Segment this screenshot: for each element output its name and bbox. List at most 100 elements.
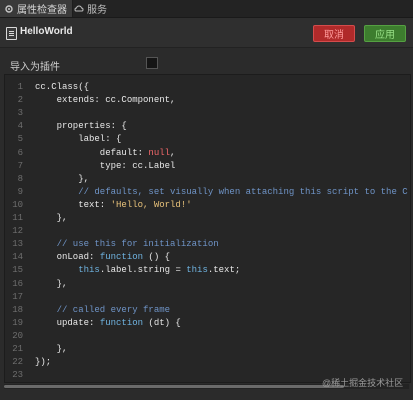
code-token: }, — [35, 278, 68, 289]
line-number: 11 — [12, 213, 23, 223]
line-number: 4 — [17, 121, 23, 132]
code-text: // defaults, set visually when attaching… — [35, 186, 408, 199]
tab-properties-label: 属性检查器 — [17, 5, 67, 16]
code-text: label: { — [35, 133, 121, 146]
code-token: }, — [35, 344, 68, 354]
code-line: 10 text: 'Hello, World!' — [5, 199, 410, 212]
code-line: 19 update: function (dt) { — [5, 317, 410, 330]
code-token: .label.string = — [99, 265, 187, 276]
code-line: 22}); — [5, 356, 410, 369]
code-token: (dt) { — [143, 317, 181, 328]
code-token: this — [186, 265, 208, 276]
code-text: }); — [35, 356, 51, 369]
code-line: 21 }, — [5, 343, 410, 356]
code-token: update: — [35, 317, 100, 328]
code-line: 6 default: null, — [5, 147, 410, 160]
panel-tab-bar: 属性检查器 服务 — [0, 0, 413, 18]
code-text: default: null, — [35, 147, 176, 160]
line-number: 14 — [12, 252, 23, 263]
line-number: 13 — [12, 239, 23, 250]
code-text: update: function (dt) { — [35, 317, 181, 330]
line-number: 21 — [12, 344, 23, 354]
code-line: 5 label: { — [5, 133, 410, 146]
code-line: 13 // use this for initialization — [5, 238, 410, 251]
code-token: () { — [143, 252, 171, 263]
import-as-plugin-label: 导入为插件 — [10, 62, 60, 73]
code-text: // called every frame — [35, 304, 170, 317]
code-token: // defaults, set visually when attaching… — [35, 186, 408, 197]
code-line: 18 // called every frame — [5, 304, 410, 317]
code-line: 15 this.label.string = this.text; — [5, 264, 410, 277]
line-number: 12 — [12, 226, 23, 237]
code-text: type: cc.Label — [35, 160, 176, 173]
code-editor[interactable]: 1 cc.Class({2 extends: cc.Component, 3 4 pr… — [4, 74, 411, 383]
code-token: extends: cc.Component, — [35, 95, 176, 106]
code-text: }, — [35, 343, 68, 356]
code-line: 9 // defaults, set visually when attachi… — [5, 186, 410, 199]
code-line: 2 extends: cc.Component, — [5, 94, 410, 107]
code-token: cc.Class({ — [35, 82, 90, 92]
code-text: onLoad: function () { — [35, 251, 170, 264]
code-token: type: cc.Label — [35, 160, 176, 171]
code-line: 4 properties: { — [5, 120, 410, 133]
line-number: 8 — [17, 173, 23, 184]
line-number: 19 — [12, 317, 23, 328]
line-number: 9 — [17, 186, 23, 197]
line-number: 23 — [12, 370, 23, 381]
code-token: // use this for initialization — [35, 239, 219, 250]
line-number: 7 — [17, 160, 23, 171]
code-text: cc.Class({ — [35, 81, 89, 94]
code-token: , — [170, 147, 176, 158]
code-token: onLoad: — [35, 252, 100, 263]
code-line: 11 }, — [5, 212, 410, 225]
code-token: function — [99, 317, 144, 328]
code-token: null — [148, 147, 171, 158]
code-text: text: 'Hello, World!' — [35, 199, 192, 212]
code-line: 7 type: cc.Label — [5, 160, 410, 173]
code-text: properties: { — [35, 120, 127, 133]
script-file-icon — [6, 27, 17, 40]
code-line: 14 onLoad: function () { — [5, 251, 410, 264]
tab-services[interactable]: 服务 — [70, 0, 111, 17]
tab-properties[interactable]: 属性检查器 — [0, 0, 73, 17]
code-text: }, — [35, 173, 89, 186]
cancel-button[interactable]: 取消 — [313, 25, 355, 42]
asset-title: HelloWorld — [20, 26, 73, 37]
code-token: }, — [35, 173, 90, 184]
code-line: 12 — [5, 225, 410, 238]
line-number: 15 — [12, 265, 23, 276]
watermark: @稀土掘金技术社区 — [322, 378, 404, 388]
code-token: }); — [35, 357, 52, 368]
asset-header: HelloWorld 取消 应用 — [0, 18, 413, 48]
code-token: label: { — [35, 134, 122, 145]
tab-services-label: 服务 — [87, 5, 107, 16]
code-text: // use this for initialization — [35, 238, 219, 251]
line-number: 3 — [17, 108, 23, 119]
line-number: 5 — [17, 134, 23, 145]
gear-icon — [5, 4, 13, 13]
code-text: this.label.string = this.text; — [35, 264, 240, 277]
import-as-plugin-checkbox[interactable] — [146, 57, 158, 69]
line-number: 20 — [12, 330, 23, 341]
code-token: }, — [35, 213, 68, 223]
code-line: 20 — [5, 330, 410, 343]
apply-button[interactable]: 应用 — [364, 25, 406, 42]
line-number: 22 — [12, 357, 23, 368]
code-line: 8 }, — [5, 173, 410, 186]
code-token: this — [78, 265, 100, 276]
code-text: extends: cc.Component, — [35, 94, 176, 107]
line-number: 6 — [17, 147, 23, 158]
code-line: 17 — [5, 291, 410, 304]
code-token: function — [99, 252, 144, 263]
code-token: // called every frame — [35, 304, 171, 315]
code-token: default: — [35, 147, 149, 158]
scrollbar-thumb[interactable] — [4, 385, 344, 388]
code-text: }, — [35, 278, 68, 291]
code-token: 'Hello, World!' — [110, 199, 192, 210]
code-token: .text; — [207, 265, 241, 276]
line-number: 1 — [17, 82, 23, 92]
cloud-icon — [74, 4, 84, 11]
line-number: 16 — [12, 278, 23, 289]
code-line: 1 cc.Class({ — [5, 81, 410, 94]
